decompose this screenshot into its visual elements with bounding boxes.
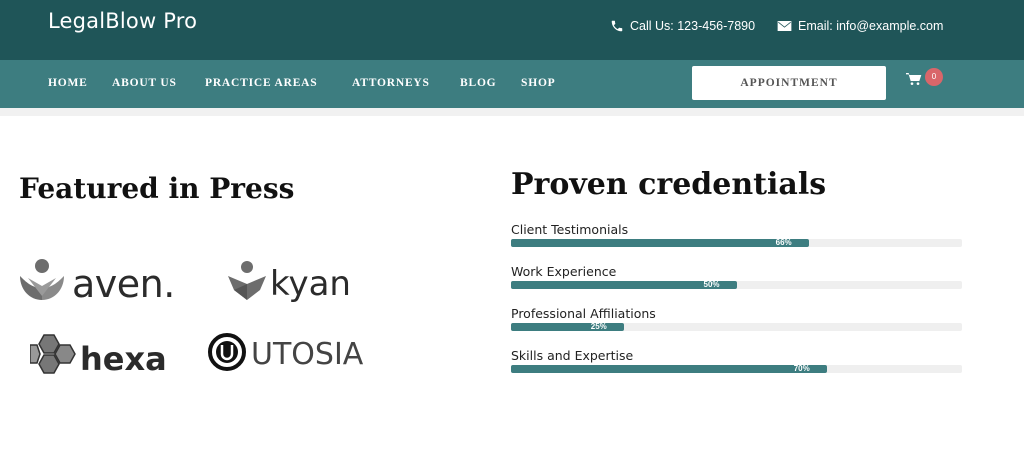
kyan-logo-icon — [226, 260, 268, 307]
progress-track: 70% — [511, 364, 962, 373]
skill-skills-and-expertise: Skills and Expertise 70% — [511, 348, 962, 373]
skill-label: Work Experience — [511, 264, 617, 279]
progress-track: 25% — [511, 322, 962, 331]
progress-percent: 70% — [793, 364, 810, 373]
progress-percent: 66% — [775, 238, 792, 247]
hexa-logo-text: hexa — [80, 339, 167, 378]
email-contact[interactable]: Email: info@example.com — [777, 19, 943, 33]
phone-contact[interactable]: Call Us: 123-456-7890 — [610, 19, 755, 33]
header-divider — [0, 108, 1024, 116]
progress-percent: 50% — [703, 280, 720, 289]
progress-fill — [511, 365, 827, 373]
kyan-logo-text: kyan — [270, 263, 351, 304]
nav-practice-areas[interactable]: PRACTICE AREAS — [205, 77, 317, 89]
nav-shop[interactable]: SHOP — [521, 77, 556, 89]
skill-professional-affiliations: Professional Affiliations 25% — [511, 306, 962, 331]
nav-blog[interactable]: BLOG — [460, 77, 496, 89]
appointment-button[interactable]: APPOINTMENT — [692, 66, 886, 100]
press-logo-hexa: hexa — [29, 333, 167, 384]
cart-count-badge: 0 — [925, 68, 943, 86]
phone-text: Call Us: 123-456-7890 — [630, 19, 756, 33]
press-logo-kyan: kyan — [226, 260, 351, 307]
progress-fill — [511, 239, 809, 247]
credentials-heading: Proven credentials — [511, 167, 827, 202]
progress-fill — [511, 323, 624, 331]
top-bar: LegalBlow Pro Call Us: 123-456-7890 Emai… — [0, 0, 1024, 60]
utosia-logo-text: UTOSIA — [251, 337, 364, 372]
email-text: Email: info@example.com — [798, 19, 944, 33]
nav-about-us[interactable]: ABOUT US — [112, 77, 177, 89]
site-brand[interactable]: LegalBlow Pro — [48, 9, 197, 33]
nav-attorneys[interactable]: ATTORNEYS — [352, 77, 430, 89]
progress-track: 50% — [511, 280, 962, 289]
progress-track: 66% — [511, 238, 962, 247]
aven-logo-text: aven. — [72, 261, 175, 306]
utosia-logo-icon — [207, 332, 247, 377]
envelope-icon — [777, 20, 792, 32]
main-nav: HOME ABOUT US PRACTICE AREAS ATTORNEYS B… — [0, 60, 1024, 108]
skill-label: Skills and Expertise — [511, 348, 634, 363]
press-logo-utosia: UTOSIA — [207, 332, 363, 377]
skill-work-experience: Work Experience 50% — [511, 264, 962, 289]
press-heading: Featured in Press — [19, 172, 295, 205]
progress-percent: 25% — [590, 322, 607, 331]
aven-logo-icon — [18, 258, 66, 309]
nav-home[interactable]: HOME — [48, 77, 88, 89]
phone-icon — [610, 19, 624, 33]
skill-client-testimonials: Client Testimonials 66% — [511, 222, 962, 247]
cart-icon[interactable] — [906, 72, 922, 91]
press-logo-aven: aven. — [18, 258, 175, 309]
skill-label: Client Testimonials — [511, 222, 629, 237]
skill-label: Professional Affiliations — [511, 306, 656, 321]
hexagon-logo-icon — [29, 333, 76, 384]
